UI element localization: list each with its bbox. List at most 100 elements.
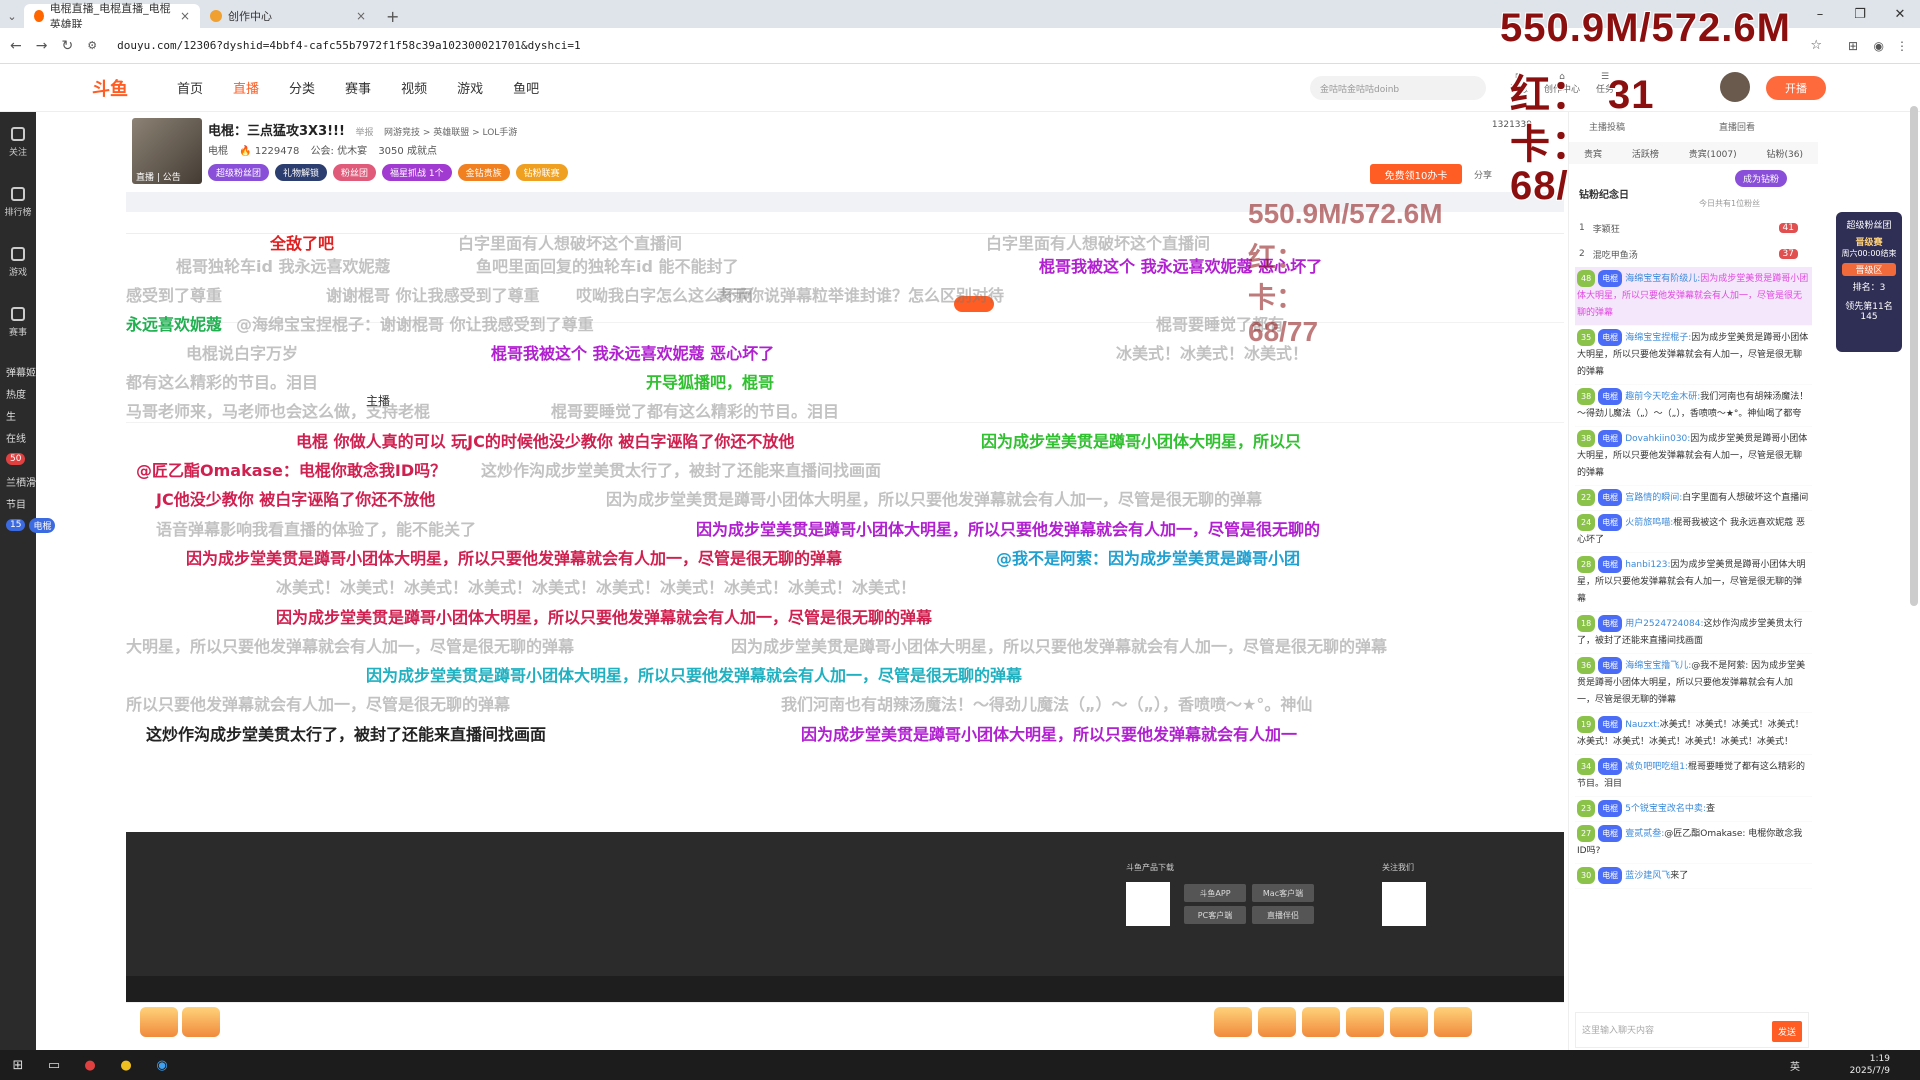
follow-row[interactable]: 节目: [0, 492, 126, 514]
chat-message[interactable]: 38 电棍 Dovahkiin030:因为成步堂美贯是蹲哥小团体大明星，所以只要他发…: [1575, 427, 1812, 486]
restore-icon[interactable]: ❐: [1840, 0, 1880, 28]
chat-message[interactable]: 18 电棍 用户2524724084:这炒作沟成步堂美贯太行了，被封了还能来直播间找…: [1575, 612, 1812, 654]
streamer-name[interactable]: 电棍: [208, 146, 228, 157]
gift-item[interactable]: [1390, 1007, 1428, 1037]
rank-row[interactable]: 2 混吃甲鱼汤 37: [1569, 241, 1818, 267]
follow-row[interactable]: 50: [0, 448, 126, 470]
fan-club-widget[interactable]: 超级粉丝团 晋级赛 周六00:00结束 晋级区 排名：3 领先第11名 145: [1836, 212, 1902, 352]
gift-item[interactable]: [182, 1007, 220, 1037]
extensions-icon[interactable]: ⊞: [1848, 39, 1858, 53]
ime-indicator[interactable]: 英: [1790, 1058, 1800, 1073]
page-scrollbar[interactable]: [1910, 106, 1918, 606]
reload-icon[interactable]: ↻: [61, 38, 73, 54]
sidebar-item-rank[interactable]: 排行榜: [0, 172, 36, 232]
follow-row[interactable]: 在线: [0, 426, 126, 448]
chat-username[interactable]: hanbi123:: [1625, 560, 1670, 570]
guild-label[interactable]: 公会: 优木宴: [311, 146, 368, 157]
profile-icon[interactable]: ◉: [1874, 39, 1884, 53]
search-input[interactable]: 金咕咕金咕咕doinb: [1310, 76, 1486, 100]
follow-row[interactable]: 兰栖滑: [0, 470, 126, 492]
gift-item[interactable]: [1434, 1007, 1472, 1037]
report-link[interactable]: 举报: [355, 128, 373, 138]
follow-row[interactable]: 生: [0, 404, 126, 426]
tab-vip[interactable]: 贵宾: [1584, 147, 1602, 160]
streamer-posts-link[interactable]: 主播投稿: [1589, 120, 1625, 133]
replay-link[interactable]: 直播回看: [1719, 120, 1755, 133]
nav-video[interactable]: 视频: [386, 78, 442, 97]
tab-close-icon[interactable]: ×: [356, 9, 366, 23]
sidebar-item-games[interactable]: 游戏: [0, 232, 36, 292]
tab-diamond-fans[interactable]: 钻粉(36): [1767, 147, 1803, 160]
chat-username[interactable]: 火箭旅鸣喵:: [1625, 518, 1673, 528]
chat-username[interactable]: 海绵宝宝撸飞儿:: [1625, 661, 1691, 671]
rank-row[interactable]: 1 李颖狂 41: [1569, 215, 1818, 241]
tab-active-rank[interactable]: 活跃榜: [1632, 147, 1659, 160]
chat-message[interactable]: 36 电棍 海绵宝宝撸飞儿:@我不是阿萦: 因为成步堂美贯是蹲哥小团体大明星，所以只…: [1575, 654, 1812, 713]
browser-tab-active[interactable]: 电棍直播_电棍直播_电棍英雄联 ×: [24, 2, 200, 31]
chat-message[interactable]: 27 电棍 壹贰贰叁:@匠乙酯Omakase: 电棍你敢念我ID吗?: [1575, 822, 1812, 864]
chat-username[interactable]: 用户2524724084:: [1625, 619, 1703, 629]
share-button[interactable]: 分享: [1474, 168, 1492, 181]
chat-username[interactable]: Dovahkiin030:: [1625, 434, 1690, 444]
chat-message[interactable]: 35 电棍 海绵宝宝捏棍子:因为成步堂美贯是蹲哥小团体大明星，所以只要他发弹幕就会有…: [1575, 326, 1812, 385]
gift-item[interactable]: [1302, 1007, 1340, 1037]
chat-username[interactable]: 海绵宝宝捏棍子:: [1625, 333, 1691, 343]
chat-list[interactable]: 48 电棍 海绵宝宝有阶级儿:因为成步堂美贯是蹲哥小团体大明星，所以只要他发弹幕就会…: [1569, 267, 1818, 889]
back-icon[interactable]: ←: [10, 38, 22, 54]
chat-message[interactable]: 28 电棍 hanbi123:因为成步堂美贯是蹲哥小团体大明星，所以只要他发弹幕就会…: [1575, 553, 1812, 612]
task-view-icon[interactable]: ▭: [36, 1050, 72, 1080]
sidebar-item-follow[interactable]: 关注: [0, 112, 36, 172]
badge-lucky-star[interactable]: 福星抓战 1个: [382, 164, 452, 181]
chat-message[interactable]: 19 电棍 Nauzxt:冰美式！冰美式！冰美式！冰美式！冰美式！冰美式！冰美式！冰…: [1575, 713, 1812, 755]
user-avatar[interactable]: [1720, 72, 1750, 102]
nav-live[interactable]: 直播: [218, 78, 274, 97]
badge-gift-unlock[interactable]: 礼物解锁: [275, 164, 328, 181]
browser-tab[interactable]: 创作中心 ×: [200, 4, 376, 28]
chat-message[interactable]: 24 电棍 火箭旅鸣喵:棍哥我被这个 我永远喜欢妮蔻 恶心坏了: [1575, 511, 1812, 553]
send-button[interactable]: 发送: [1771, 1021, 1802, 1042]
chat-username[interactable]: 5个锐宝宝改名中卖:: [1625, 804, 1706, 814]
gift-item[interactable]: [1258, 1007, 1296, 1037]
minimize-icon[interactable]: –: [1800, 0, 1840, 28]
badge-gold-noble[interactable]: 金钻贵族: [457, 164, 510, 181]
sidebar-item-events[interactable]: 赛事: [0, 292, 36, 352]
start-icon[interactable]: ⊞: [0, 1050, 36, 1080]
chat-message[interactable]: 38 电棍 趣前今天吃金木研:我们河南也有胡辣汤魔法！～得劲儿魔法（„）～（„），香…: [1575, 385, 1812, 427]
gift-item[interactable]: [1346, 1007, 1384, 1037]
douyu-logo[interactable]: 斗鱼: [92, 75, 150, 101]
chat-username[interactable]: Nauzxt:: [1625, 720, 1660, 730]
chat-input[interactable]: 这里输入聊天内容 发送: [1575, 1012, 1809, 1048]
chat-message[interactable]: 48 电棍 海绵宝宝有阶级儿:因为成步堂美贯是蹲哥小团体大明星，所以只要他发弹幕就会…: [1575, 267, 1812, 326]
tab-close-icon[interactable]: ×: [180, 9, 190, 23]
nav-fishbar[interactable]: 鱼吧: [498, 78, 554, 97]
close-window-icon[interactable]: ✕: [1880, 0, 1920, 28]
chat-username[interactable]: 减负吧吧吃组1:: [1625, 762, 1688, 772]
start-live-button[interactable]: 开播: [1766, 76, 1826, 100]
chat-username[interactable]: 壹贰贰叁:: [1625, 829, 1664, 839]
app-icon[interactable]: ●: [72, 1050, 108, 1080]
new-tab-icon[interactable]: +: [376, 4, 409, 28]
gift-item[interactable]: [1214, 1007, 1252, 1037]
chat-username[interactable]: 趣前今天吃金木研:: [1625, 392, 1700, 402]
nav-home[interactable]: 首页: [162, 78, 218, 97]
nav-games[interactable]: 游戏: [442, 78, 498, 97]
browser-menu-icon[interactable]: ⋮: [1896, 39, 1908, 53]
tab-menu-icon[interactable]: ⌄: [0, 4, 24, 28]
bookmark-star-icon[interactable]: ☆: [1810, 38, 1822, 53]
chat-message[interactable]: 30 电棍 蓝沙建风飞来了: [1575, 864, 1812, 889]
chat-username[interactable]: 海绵宝宝有阶级儿:: [1625, 274, 1700, 284]
badge-diamond-league[interactable]: 钻粉联赛: [515, 164, 568, 181]
follow-row[interactable]: 热度: [0, 382, 126, 404]
free-card-button[interactable]: 免费领10办卡: [1370, 164, 1462, 184]
badge-super-fans[interactable]: 超级粉丝团: [208, 164, 270, 181]
chat-message[interactable]: 34 电棍 减负吧吧吃组1:棍哥要睡觉了都有这么精彩的节目。泪目: [1575, 755, 1812, 797]
site-info-icon[interactable]: ⚙: [87, 39, 97, 52]
system-clock[interactable]: 1:19 2025/7/9: [1850, 1053, 1890, 1077]
badge-fan-club[interactable]: 粉丝团: [333, 164, 377, 181]
tab-vip-count[interactable]: 贵宾(1007): [1689, 147, 1737, 160]
url-field[interactable]: douyu.com/12306?dyshid=4bbf4-cafc55b7972…: [117, 39, 581, 52]
video-player[interactable]: 主播 斗鱼产品下载 关注我们 斗鱼APP Mac客户端 PC客户端 直播伴侣 全…: [126, 192, 1564, 1002]
become-fan-button[interactable]: 成为钻粉: [1735, 170, 1788, 187]
follow-row[interactable]: 15 电棍: [0, 514, 126, 536]
app-icon[interactable]: ●: [108, 1050, 144, 1080]
